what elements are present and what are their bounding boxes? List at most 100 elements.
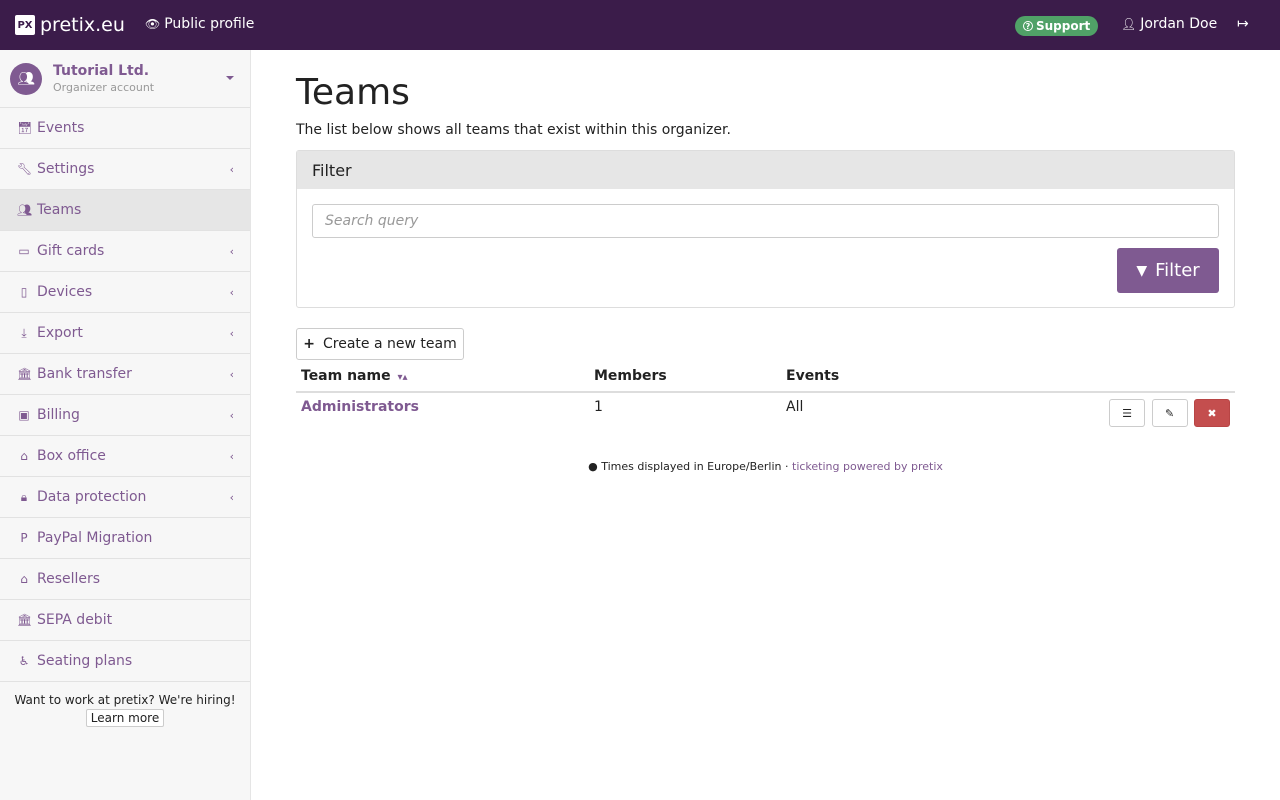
chevron-left-icon: ‹ <box>229 245 234 258</box>
column-header-actions <box>1041 364 1235 393</box>
hiring-notice: Want to work at pretix? We're hiring! Le… <box>0 682 250 727</box>
column-header-team-name[interactable]: Team name ▾▴ <box>296 364 589 393</box>
sidebar-item-label: Events <box>37 120 85 136</box>
chevron-left-icon: ‹ <box>229 163 234 176</box>
sidebar-item-events[interactable]: 📅︎ Events <box>0 108 250 149</box>
logout-button[interactable]: ↦ <box>1237 16 1249 32</box>
powered-by-link[interactable]: ticketing powered by pretix <box>792 460 943 473</box>
globe-icon: ● <box>588 460 598 473</box>
tablet-icon: ▯ <box>20 285 28 299</box>
sidebar-item-paypal-migration[interactable]: P PayPal Migration <box>0 518 250 559</box>
paypal-icon: P <box>20 531 28 545</box>
sidebar-item-label: Box office <box>37 448 106 464</box>
organizer-subtitle: Organizer account <box>53 81 155 94</box>
question-icon: ? <box>1023 21 1033 31</box>
sidebar-item-sepa-debit[interactable]: 🏛︎ SEPA debit <box>0 600 250 641</box>
column-header-events: Events <box>781 364 1041 393</box>
lock-icon: 🔒︎ <box>20 489 28 504</box>
wheelchair-icon: ♿︎ <box>18 654 30 668</box>
sidebar-item-data-protection[interactable]: 🔒︎ Data protection ‹ <box>0 477 250 518</box>
calendar-icon: 📅︎ <box>17 121 33 135</box>
sidebar-item-label: Teams <box>37 202 82 218</box>
team-events-cell: All <box>786 399 804 415</box>
chevron-left-icon: ‹ <box>229 327 234 340</box>
wrench-icon: 🔧︎ <box>17 162 33 176</box>
table-row: Administrators 1 All ☰ ✎ ✖ <box>296 392 1235 433</box>
sidebar-item-resellers[interactable]: ⌂ Resellers <box>0 559 250 600</box>
sidebar: 👥︎ Tutorial Ltd. Organizer account 📅︎ Ev… <box>0 50 251 800</box>
organizer-name: Tutorial Ltd. <box>53 63 150 79</box>
chevron-left-icon: ‹ <box>229 286 234 299</box>
basket-icon: ⌂ <box>20 449 28 463</box>
page-description: The list below shows all teams that exis… <box>296 122 731 138</box>
support-button[interactable]: ? Support <box>1015 16 1099 36</box>
sidebar-item-label: Billing <box>37 407 80 423</box>
page-title: Teams <box>296 72 410 113</box>
plus-icon: + <box>303 336 315 352</box>
pretix-logo-icon: PX <box>15 15 35 35</box>
delete-team-button[interactable]: ✖ <box>1194 399 1230 427</box>
sidebar-item-teams[interactable]: 👥︎ Teams <box>0 190 250 231</box>
view-members-button[interactable]: ☰ <box>1109 399 1146 427</box>
row-actions: ☰ ✎ ✖ <box>1041 392 1235 433</box>
bank-icon: 🏛︎ <box>17 613 33 627</box>
chevron-left-icon: ‹ <box>229 409 234 422</box>
page-footer: ● Times displayed in Europe/Berlin · tic… <box>296 460 1235 473</box>
create-team-label: Create a new team <box>323 336 457 352</box>
sidebar-item-bank-transfer[interactable]: 🏛︎ Bank transfer ‹ <box>0 354 250 395</box>
footer-separator: · <box>785 460 789 473</box>
sidebar-item-gift-cards[interactable]: ▭ Gift cards ‹ <box>0 231 250 272</box>
public-profile-label: Public profile <box>164 16 255 32</box>
sidebar-item-billing[interactable]: ▣ Billing ‹ <box>0 395 250 436</box>
caret-down-icon <box>226 76 234 80</box>
table-header-row: Team name ▾▴ Members Events <box>296 364 1235 393</box>
header-label: Team name <box>301 367 391 384</box>
support-label: Support <box>1036 19 1091 33</box>
sidebar-item-label: Devices <box>37 284 93 300</box>
search-input[interactable] <box>312 204 1219 238</box>
top-navbar: PX pretix.eu 👁︎ Public profile ? Support… <box>0 0 1280 50</box>
filter-button[interactable]: ▼ Filter <box>1117 248 1219 293</box>
column-header-members: Members <box>589 364 781 393</box>
home-icon: ⌂ <box>20 572 28 586</box>
sidebar-item-seating-plans[interactable]: ♿︎ Seating plans <box>0 641 250 682</box>
trash-icon: ✖ <box>1207 406 1217 420</box>
organizer-switcher[interactable]: 👥︎ Tutorial Ltd. Organizer account <box>0 50 250 108</box>
sidebar-item-settings[interactable]: 🔧︎ Settings ‹ <box>0 149 250 190</box>
user-menu-link[interactable]: 👤︎ Jordan Doe <box>1121 16 1217 32</box>
chevron-left-icon: ‹ <box>229 450 234 463</box>
sidebar-item-label: Data protection <box>37 489 147 505</box>
sidebar-item-label: Settings <box>37 161 95 177</box>
teams-table: Team name ▾▴ Members Events Administrato… <box>296 364 1235 433</box>
team-members-cell: 1 <box>594 399 603 415</box>
filter-icon: ▼ <box>1136 262 1148 279</box>
sidebar-item-export[interactable]: ⤓ Export ‹ <box>0 313 250 354</box>
sign-out-icon: ↦ <box>1237 16 1249 32</box>
user-name: Jordan Doe <box>1140 16 1218 32</box>
bank-icon: 🏛︎ <box>17 367 33 381</box>
sidebar-item-label: Resellers <box>37 571 101 587</box>
edit-team-button[interactable]: ✎ <box>1151 399 1188 427</box>
eye-icon: 👁︎ <box>145 17 161 31</box>
team-name-link[interactable]: Administrators <box>301 399 419 415</box>
credit-card-icon: ▭ <box>18 244 30 258</box>
sidebar-item-label: Seating plans <box>37 653 133 669</box>
sidebar-item-label: Bank transfer <box>37 366 132 382</box>
sidebar-item-label: Gift cards <box>37 243 105 259</box>
organizer-avatar-icon: 👥︎ <box>10 63 42 95</box>
sidebar-item-label: PayPal Migration <box>37 530 153 546</box>
public-profile-link[interactable]: 👁︎ Public profile <box>145 16 254 32</box>
create-team-button[interactable]: + Create a new team <box>296 328 464 360</box>
sort-icon[interactable]: ▾▴ <box>397 372 407 383</box>
edit-icon: ✎ <box>1164 406 1175 420</box>
user-icon: 👤︎ <box>1121 17 1137 31</box>
sidebar-item-box-office[interactable]: ⌂ Box office ‹ <box>0 436 250 477</box>
filter-panel-heading: Filter <box>297 151 1234 189</box>
learn-more-button[interactable]: Learn more <box>85 709 165 727</box>
list-icon: ☰ <box>1122 406 1133 420</box>
brand-link[interactable]: PX pretix.eu <box>15 14 125 36</box>
download-icon: ⤓ <box>21 325 27 340</box>
filter-button-label: Filter <box>1155 260 1200 281</box>
sidebar-item-devices[interactable]: ▯ Devices ‹ <box>0 272 250 313</box>
money-icon: ▣ <box>18 408 30 422</box>
